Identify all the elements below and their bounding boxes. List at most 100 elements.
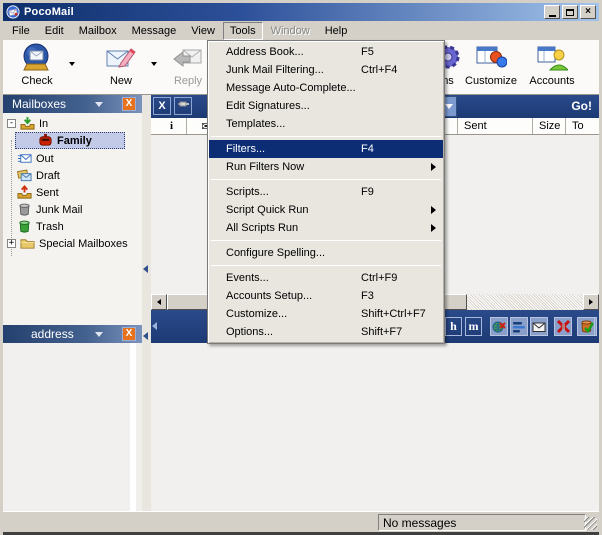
menu-view[interactable]: View	[184, 22, 222, 40]
delete-button[interactable]	[554, 317, 572, 336]
sidebar-item-draft[interactable]: Draft	[3, 167, 142, 184]
menu-item-customize[interactable]: Customize... Shift+Ctrl+F7	[209, 305, 443, 323]
mailboxes-dropdown-icon[interactable]	[95, 102, 103, 107]
menu-message[interactable]: Message	[125, 22, 184, 40]
trash-check-icon	[579, 319, 594, 334]
window-title: PocoMail	[24, 6, 74, 18]
envelope-icon	[532, 320, 546, 334]
resize-grip[interactable]	[584, 517, 597, 530]
scroll-left-button[interactable]	[151, 294, 167, 310]
menu-item-filters[interactable]: Filters... F4	[209, 140, 443, 158]
menu-item-templates[interactable]: Templates...	[209, 115, 443, 133]
block-remote-content-button[interactable]	[490, 317, 508, 336]
menu-item-events[interactable]: Events... Ctrl+F9	[209, 269, 443, 287]
accounts-button[interactable]: Accounts	[523, 42, 581, 92]
sidebar-item-special-mailboxes[interactable]: + Special Mailboxes	[3, 235, 142, 252]
maximize-icon	[566, 9, 574, 16]
list-close-button[interactable]: X	[153, 97, 171, 115]
menu-mailbox[interactable]: Mailbox	[72, 22, 124, 40]
sidebar-item-label: Family	[57, 135, 92, 147]
submenu-arrow-icon	[431, 224, 436, 232]
reply-button[interactable]: Reply	[163, 42, 213, 92]
menu-item-script-quick-run[interactable]: Script Quick Run	[209, 201, 443, 219]
folder-icon	[20, 236, 35, 251]
menu-item-run-filters-now[interactable]: Run Filters Now	[209, 158, 443, 176]
menu-item-scripts[interactable]: Scripts... F9	[209, 183, 443, 201]
menu-help[interactable]: Help	[318, 22, 355, 40]
menu-window[interactable]: Window	[264, 22, 317, 40]
pin-button[interactable]	[174, 97, 192, 115]
column-sent[interactable]: Sent	[458, 118, 533, 134]
column-info[interactable]: i	[151, 118, 187, 134]
mailbox-tree: - In Family	[3, 113, 142, 325]
collapse-left-icon[interactable]	[152, 322, 157, 330]
sidebar-item-sent[interactable]: Sent	[3, 184, 142, 201]
outbox-icon	[17, 151, 32, 166]
open-message-button[interactable]	[530, 317, 548, 336]
menu-file[interactable]: File	[5, 22, 37, 40]
address-panel-header[interactable]: address X	[3, 325, 142, 343]
status-bar: No messages	[3, 511, 599, 532]
maximize-button[interactable]	[562, 5, 578, 19]
go-button[interactable]: Go!	[571, 99, 592, 113]
headers-button[interactable]: h	[445, 317, 462, 336]
sidebar-item-junk-mail[interactable]: Junk Mail	[3, 201, 142, 218]
check-dropdown-icon[interactable]	[69, 62, 75, 66]
menu-item-configure-spelling[interactable]: Configure Spelling...	[209, 244, 443, 262]
column-size[interactable]: Size	[533, 118, 566, 134]
menu-item-message-auto-complete[interactable]: Message Auto-Complete...	[209, 79, 443, 97]
sidebar-item-label: Junk Mail	[36, 204, 82, 216]
sidebar-item-label: Special Mailboxes	[39, 238, 128, 250]
customize-button[interactable]: Customize	[461, 42, 521, 92]
new-dropdown-icon[interactable]	[151, 62, 157, 66]
collapse-icon[interactable]: -	[7, 119, 16, 128]
view-options-button[interactable]	[510, 317, 528, 336]
message-source-button[interactable]: m	[465, 317, 482, 336]
menu-item-address-book[interactable]: Address Book... F5	[209, 43, 443, 61]
sidebar-item-trash[interactable]: Trash	[3, 218, 142, 235]
new-button[interactable]: New	[95, 42, 147, 92]
title-bar[interactable]: PocoMail ×	[3, 3, 599, 21]
scrollbar-track[interactable]	[467, 294, 583, 310]
menu-item-junk-mail-filtering[interactable]: Junk Mail Filtering... Ctrl+F4	[209, 61, 443, 79]
inbox-icon	[20, 116, 35, 131]
column-to[interactable]: To	[566, 118, 599, 134]
check-button[interactable]: Check	[11, 42, 63, 92]
menu-tools[interactable]: Tools	[223, 22, 263, 40]
sidebar-item-out[interactable]: Out	[3, 150, 142, 167]
mailboxes-panel-header[interactable]: Mailboxes X	[3, 95, 142, 113]
pane-splitter[interactable]	[142, 95, 151, 511]
close-button[interactable]: ×	[580, 5, 596, 19]
sidebar-item-label: Draft	[36, 170, 60, 182]
expand-icon[interactable]: +	[7, 239, 16, 248]
menu-separator	[211, 240, 441, 241]
collapse-left-icon[interactable]	[143, 265, 148, 273]
minimize-icon	[549, 15, 556, 17]
menu-item-edit-signatures[interactable]: Edit Signatures...	[209, 97, 443, 115]
mark-junk-button[interactable]	[577, 317, 595, 336]
close-icon: ×	[585, 7, 591, 17]
scroll-right-button[interactable]	[583, 294, 599, 310]
collapse-left-icon[interactable]	[143, 332, 148, 340]
menu-edit[interactable]: Edit	[38, 22, 71, 40]
customize-button-label: Customize	[465, 75, 517, 87]
mailboxes-close-button[interactable]: X	[122, 97, 136, 111]
check-button-label: Check	[21, 75, 52, 87]
address-dropdown-icon[interactable]	[95, 332, 103, 337]
globe-block-icon	[492, 320, 506, 334]
submenu-arrow-icon	[431, 163, 436, 171]
menu-item-all-scripts-run[interactable]: All Scripts Run	[209, 219, 443, 237]
sidebar-item-label: Out	[36, 153, 54, 165]
minimize-button[interactable]	[544, 5, 560, 19]
accounts-button-label: Accounts	[529, 75, 574, 87]
sidebar-item-label: Sent	[36, 187, 59, 199]
message-preview-area[interactable]	[151, 343, 599, 511]
customize-icon	[475, 42, 507, 74]
address-panel-body	[3, 343, 136, 511]
address-close-button[interactable]: X	[122, 327, 136, 341]
sidebar-item-in[interactable]: - In	[3, 115, 142, 132]
junk-can-icon	[17, 202, 32, 217]
menu-item-accounts-setup[interactable]: Accounts Setup... F3	[209, 287, 443, 305]
sidebar-item-family[interactable]: Family	[15, 132, 125, 149]
menu-item-options[interactable]: Options... Shift+F7	[209, 323, 443, 341]
